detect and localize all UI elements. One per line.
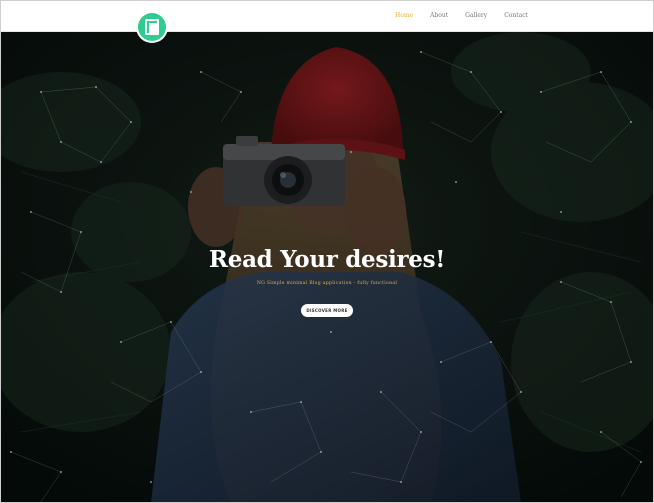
- discover-more-button[interactable]: DISCOVER MORE: [301, 304, 353, 317]
- nav-home-link[interactable]: Home: [395, 12, 413, 19]
- main-nav: Home About Gallery Contact: [395, 12, 545, 19]
- brand-logo[interactable]: [138, 13, 166, 41]
- book-logo-icon: [145, 19, 159, 35]
- nav-gallery-link[interactable]: Gallery: [465, 12, 487, 19]
- nav-about-link[interactable]: About: [430, 12, 448, 19]
- hero-title: Read Your desires!: [208, 246, 446, 273]
- top-navbar: Home About Gallery Contact: [0, 0, 654, 41]
- nav-contact-link[interactable]: Contact: [504, 12, 528, 19]
- hero-subtitle: NG Simple minimal Blog application - ful…: [256, 281, 398, 286]
- page: Home About Gallery Contact Read Your des…: [0, 0, 654, 503]
- hero-section: Read Your desires! NG Simple minimal Blo…: [1, 32, 653, 503]
